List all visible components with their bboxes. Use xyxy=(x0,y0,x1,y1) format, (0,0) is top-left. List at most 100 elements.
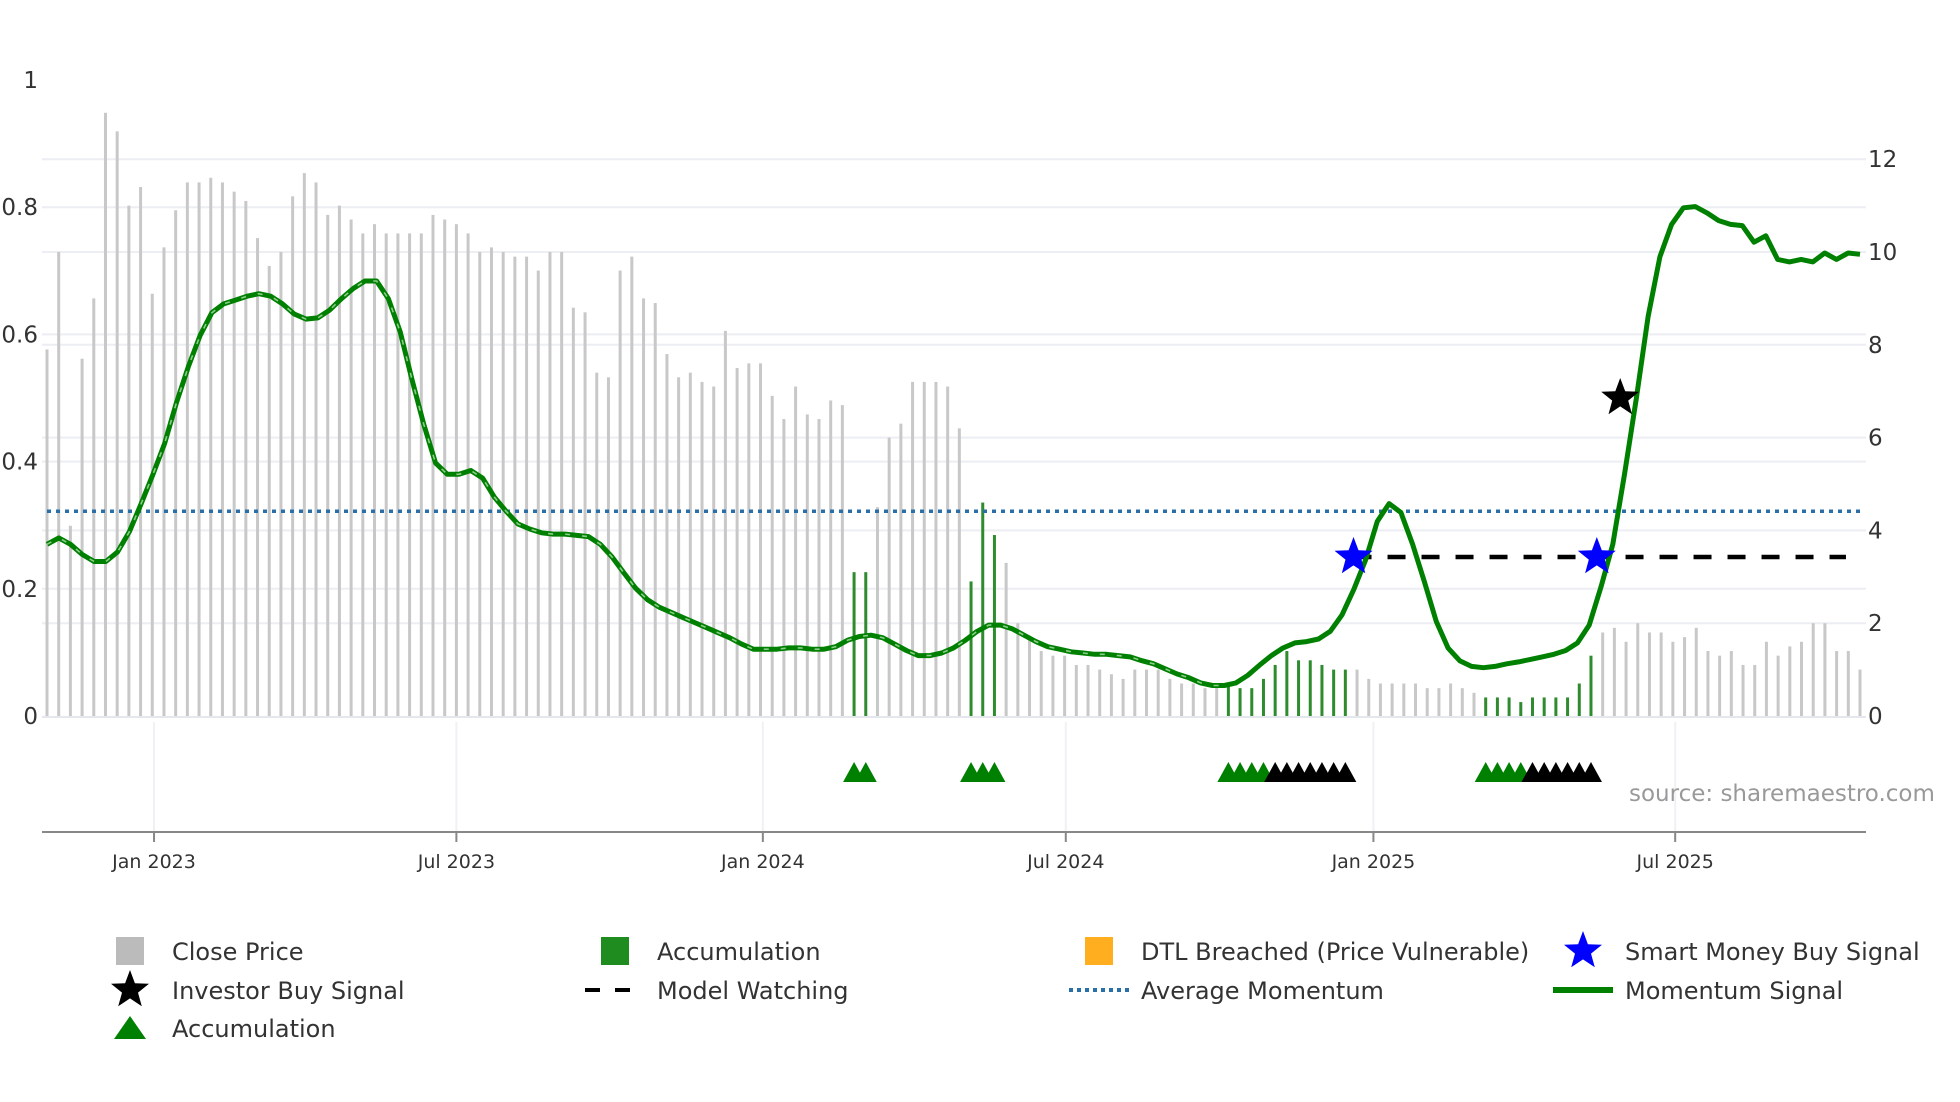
close-price-bar xyxy=(1402,683,1406,716)
left-axis-tick: 0 xyxy=(23,704,38,730)
close-price-bar xyxy=(185,182,189,716)
close-price-bar xyxy=(45,349,49,716)
close-price-bar xyxy=(1694,627,1698,716)
close-price-bar xyxy=(92,298,96,716)
close-price-bar xyxy=(1601,632,1605,716)
legend-square-icon xyxy=(1085,937,1113,965)
momentum-chart: 00.20.40.60.81024681012Jan 2023 Jul 2023 J… xyxy=(1,68,1934,1043)
close-price-bar xyxy=(782,419,786,716)
close-price-bar xyxy=(1180,683,1184,716)
close-price-bar xyxy=(1823,623,1827,716)
right-axis-tick: 8 xyxy=(1868,333,1883,359)
close-price-bar xyxy=(408,233,412,716)
left-axis-tick: 0.2 xyxy=(1,577,38,603)
close-price-bar xyxy=(1016,623,1020,716)
accumulation-bar xyxy=(1519,702,1523,716)
close-price-bar xyxy=(1390,683,1394,716)
close-price-bar xyxy=(209,177,213,716)
close-price-bar xyxy=(1355,669,1359,716)
close-price-bar xyxy=(478,252,482,716)
close-price-bar xyxy=(712,386,716,716)
x-axis-tick-label: Jul 2025 xyxy=(1636,851,1714,873)
close-price-bar xyxy=(1098,669,1102,716)
close-price-bar xyxy=(829,400,833,716)
close-price-bar xyxy=(653,303,657,716)
accumulation-bar xyxy=(1589,655,1593,716)
right-axis-tick: 6 xyxy=(1868,426,1883,452)
close-price-bar xyxy=(642,298,646,716)
close-price-bar xyxy=(618,270,622,716)
close-price-bar xyxy=(501,252,505,716)
accumulation-bar xyxy=(1285,651,1289,716)
axes: 00.20.40.60.81024681012Jan 2023 Jul 2023 J… xyxy=(1,68,1897,873)
close-price-bar xyxy=(1472,692,1476,716)
close-price-bar xyxy=(1811,623,1815,716)
right-axis-tick: 4 xyxy=(1868,518,1883,544)
close-price-bar xyxy=(1741,664,1745,716)
right-axis-tick: 0 xyxy=(1868,704,1883,730)
close-price-bar xyxy=(1706,651,1710,716)
close-price-bar xyxy=(419,233,423,716)
left-axis-tick: 1 xyxy=(23,68,38,94)
close-price-bar xyxy=(735,368,739,716)
close-price-bar xyxy=(688,372,692,716)
close-price-bar xyxy=(220,182,224,716)
close-price-bar xyxy=(291,196,295,716)
close-price-bar xyxy=(1612,627,1616,716)
legend-label: Momentum Signal xyxy=(1625,977,1843,1005)
accumulation-bar xyxy=(1484,697,1488,716)
momentum-lines xyxy=(45,204,1862,688)
close-price-bar xyxy=(677,377,681,716)
right-axis-tick: 12 xyxy=(1868,147,1897,173)
close-price-bar xyxy=(630,256,634,716)
close-price-bar xyxy=(1683,637,1687,716)
close-price-bar xyxy=(68,525,72,716)
close-price-bar xyxy=(1215,683,1219,716)
accumulation-bar xyxy=(981,502,985,716)
close-price-bar xyxy=(513,256,517,716)
close-price-bar xyxy=(454,224,458,716)
close-price-bar xyxy=(770,395,774,716)
close-price-bar xyxy=(337,205,341,716)
close-price-bar xyxy=(361,233,365,716)
left-axis-tick: 0.4 xyxy=(1,450,38,476)
legend-label: Average Momentum xyxy=(1141,977,1384,1005)
close-price-bar xyxy=(1835,651,1839,716)
close-price-bar xyxy=(946,386,950,716)
accumulation-bar xyxy=(864,572,868,716)
x-axis-tick-label: Jan 2023 xyxy=(111,851,196,873)
close-price-bar xyxy=(1109,674,1113,716)
close-price-bar xyxy=(1133,669,1137,716)
close-price-bar xyxy=(794,386,798,716)
left-axis-tick: 0.6 xyxy=(1,322,38,348)
close-price-bar xyxy=(1039,651,1043,716)
close-price-bar xyxy=(244,200,248,716)
close-price-bar xyxy=(606,377,610,716)
close-price-bar xyxy=(934,381,938,716)
smart-money-buy-star-icon xyxy=(1577,537,1616,574)
close-price-bar xyxy=(115,131,119,717)
close-price-bar xyxy=(267,265,271,716)
close-price-bar xyxy=(174,210,178,717)
close-price-bar xyxy=(1004,562,1008,716)
accumulation-bar xyxy=(852,572,856,716)
legend-square-icon xyxy=(601,937,629,965)
momentum-signal-line xyxy=(45,204,1861,688)
close-price-bar xyxy=(1063,655,1067,716)
close-price-bar xyxy=(1460,688,1464,716)
close-price-bar xyxy=(1425,688,1429,716)
close-price-bar xyxy=(1647,632,1651,716)
close-price-bar xyxy=(665,354,669,716)
accumulation-bar xyxy=(1577,683,1581,716)
close-price-bar xyxy=(1659,632,1663,716)
accumulation-bar xyxy=(1566,697,1570,716)
close-price-bar xyxy=(302,173,306,716)
accumulation-bar xyxy=(1238,688,1242,716)
close-price-bar xyxy=(1764,641,1768,716)
right-axis-tick: 10 xyxy=(1868,240,1897,266)
close-price-bar xyxy=(887,437,891,716)
close-price-bar xyxy=(373,224,377,716)
close-price-bar xyxy=(700,381,704,716)
close-price-bar xyxy=(805,414,809,716)
close-price-bar xyxy=(525,256,529,716)
